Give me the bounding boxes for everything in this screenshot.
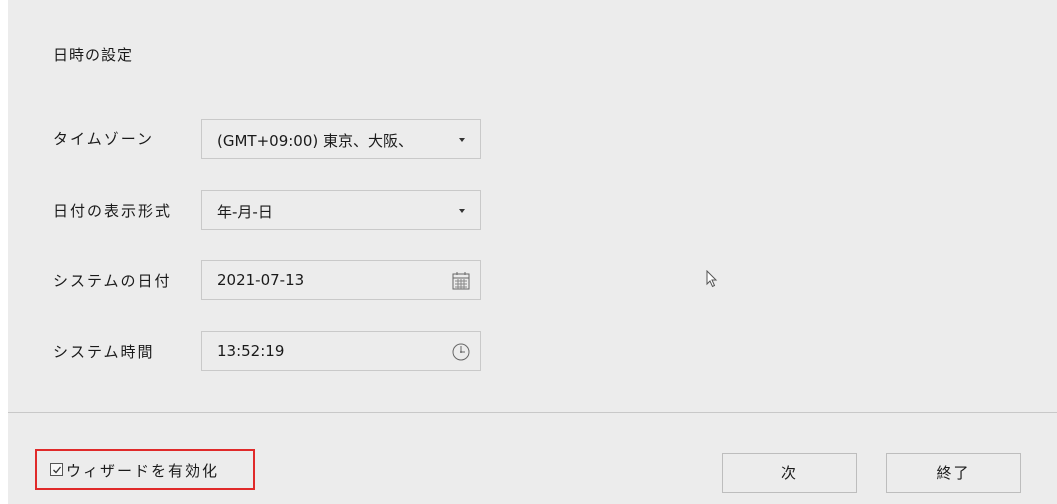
timezone-select[interactable]: (GMT+09:00) 東京、大阪、: [201, 119, 481, 159]
timezone-label: タイムゾーン: [53, 130, 154, 148]
section-title: 日時の設定: [53, 46, 134, 64]
system-time-field[interactable]: 13:52:19: [201, 331, 481, 371]
clock-icon[interactable]: [450, 341, 472, 363]
chevron-down-icon: [459, 209, 465, 213]
date-format-label: 日付の表示形式: [53, 202, 173, 220]
calendar-icon[interactable]: [450, 270, 472, 292]
system-date-value: 2021-07-13: [217, 271, 305, 289]
date-format-value: 年-月-日: [217, 203, 273, 221]
finish-button[interactable]: 終了: [886, 453, 1021, 493]
timezone-value: (GMT+09:00) 東京、大阪、: [217, 132, 413, 150]
enable-wizard-checkbox[interactable]: ウィザードを有効化: [35, 449, 255, 490]
mouse-cursor-icon: [706, 269, 718, 292]
system-time-value: 13:52:19: [217, 342, 285, 360]
system-time-label: システム時間: [53, 343, 155, 361]
checkbox[interactable]: [50, 463, 63, 476]
system-date-label: システムの日付: [53, 272, 172, 290]
enable-wizard-label: ウィザードを有効化: [66, 462, 220, 480]
footer-divider: [8, 412, 1057, 413]
chevron-down-icon: [459, 138, 465, 142]
next-button[interactable]: 次: [722, 453, 857, 493]
datetime-settings-dialog: 日時の設定 タイムゾーン (GMT+09:00) 東京、大阪、 日付の表示形式 …: [8, 0, 1057, 504]
system-date-field[interactable]: 2021-07-13: [201, 260, 481, 300]
date-format-select[interactable]: 年-月-日: [201, 190, 481, 230]
